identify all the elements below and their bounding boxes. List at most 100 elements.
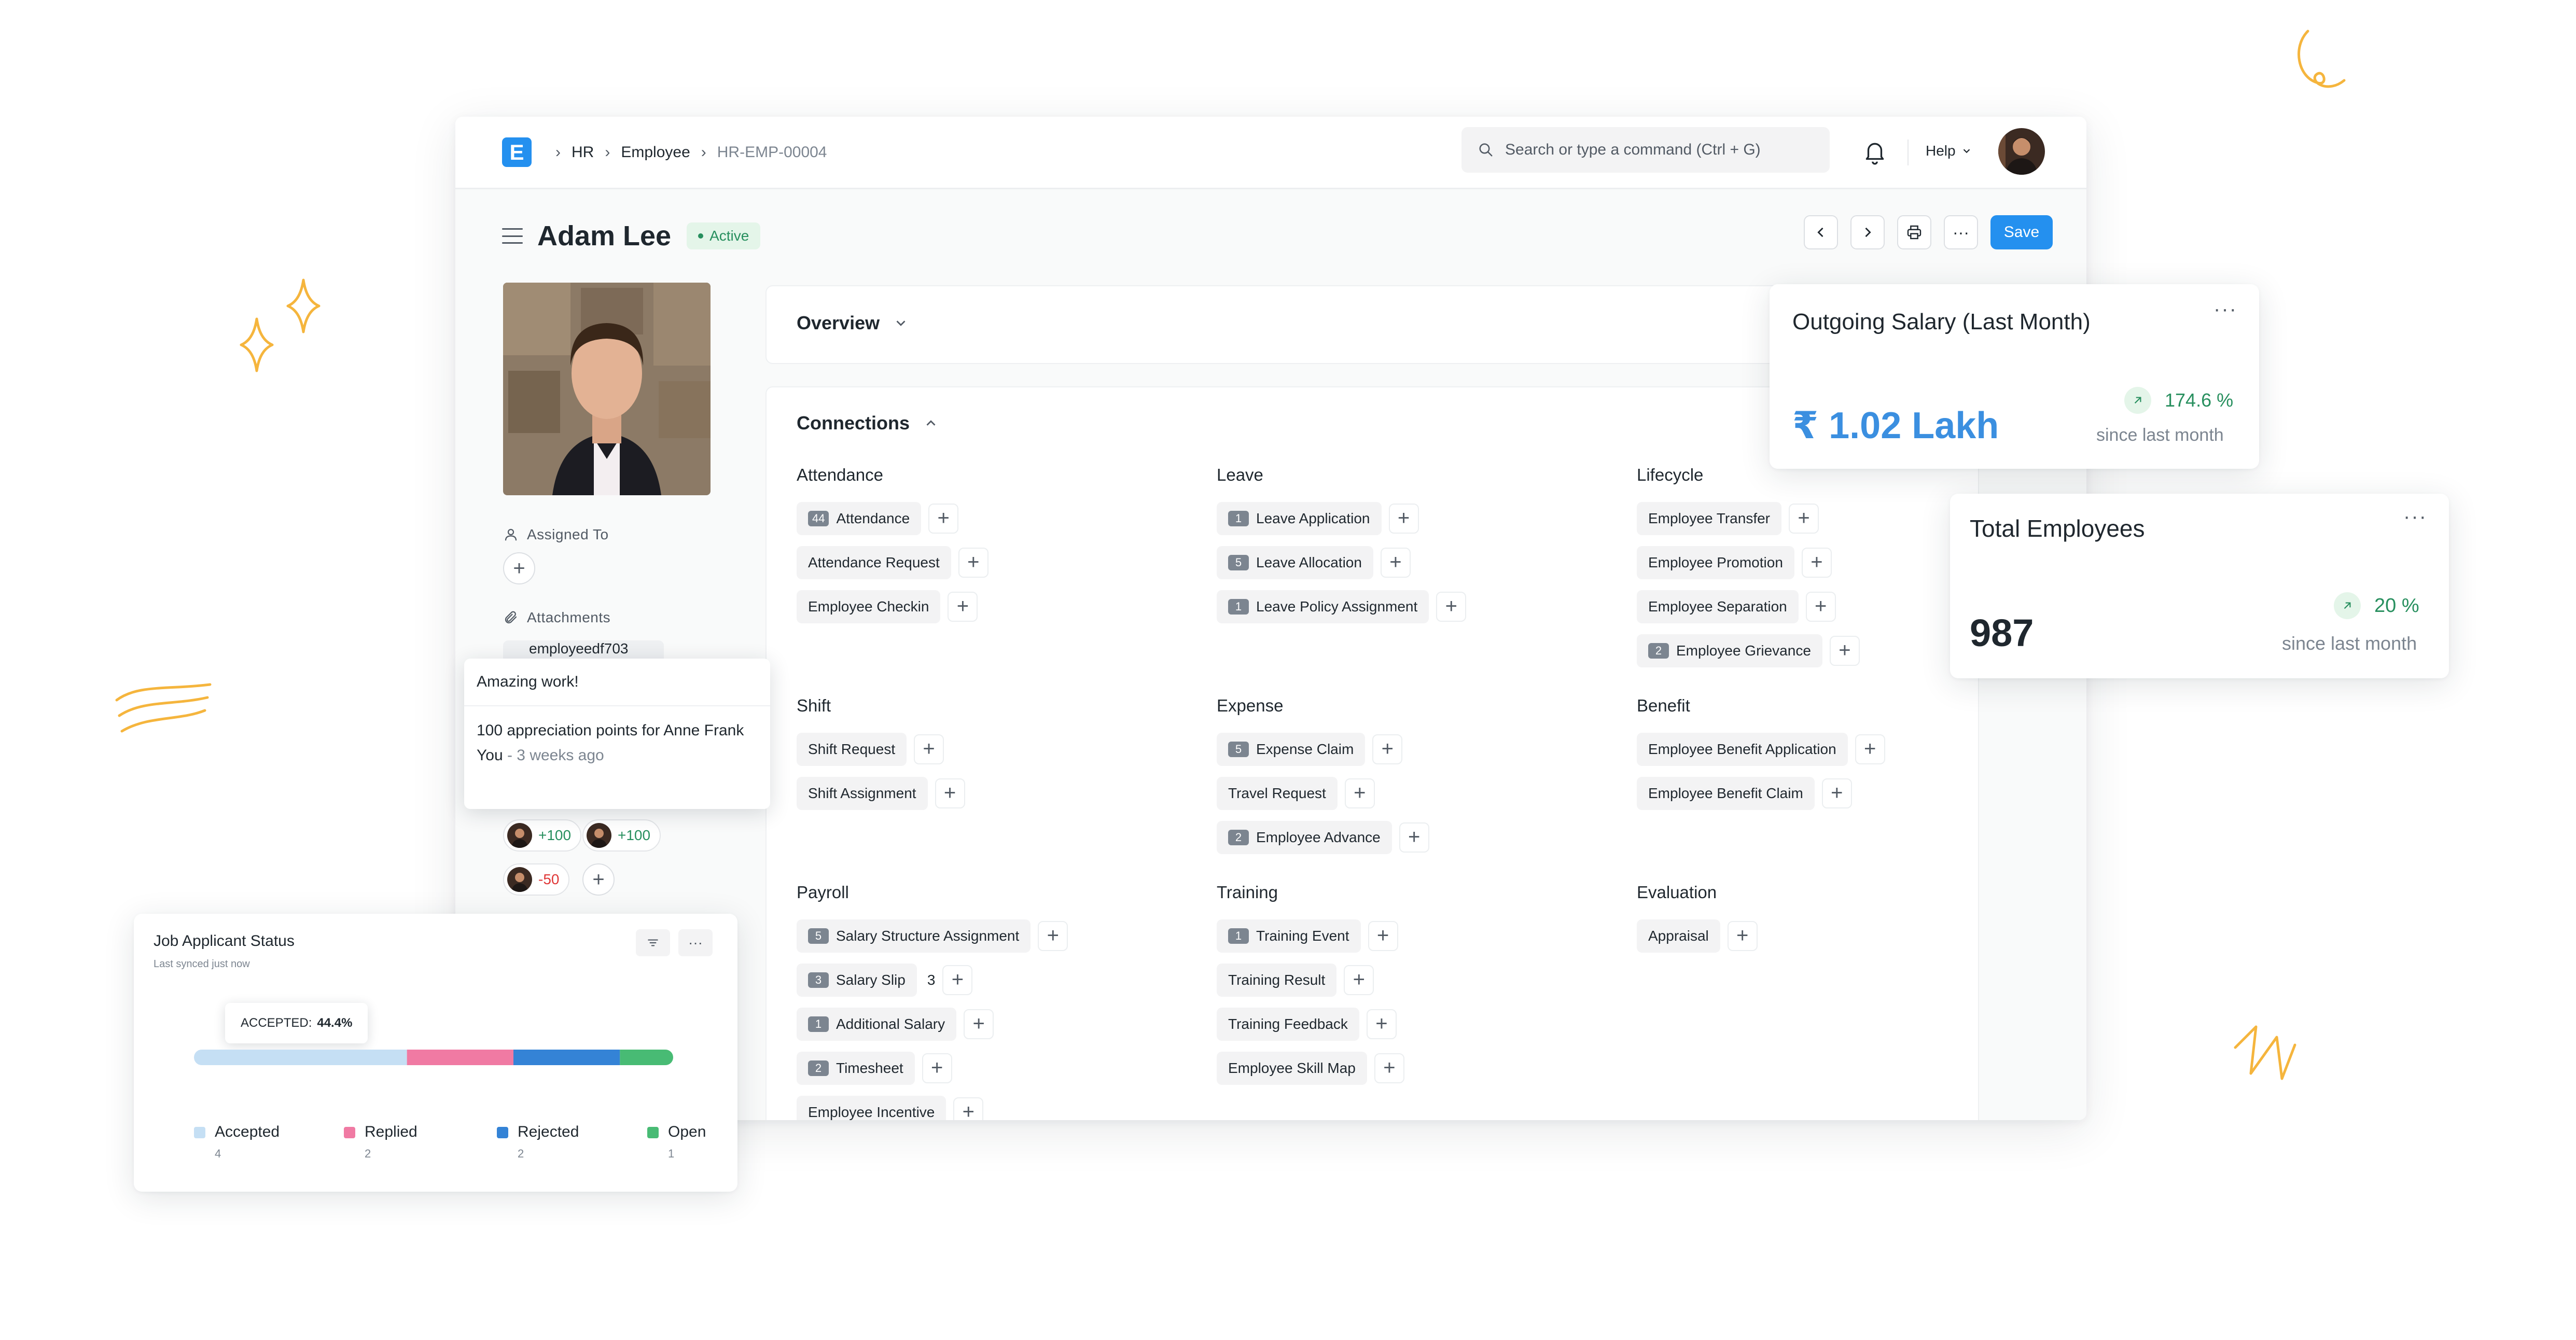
- connection-link[interactable]: 1 Training Event: [1217, 919, 1361, 953]
- bar-segment-rejected[interactable]: [513, 1050, 620, 1065]
- add-connection-button[interactable]: +: [1374, 1053, 1404, 1083]
- connection-link[interactable]: 1 Leave Policy Assignment: [1217, 590, 1429, 623]
- appreciation-point-chip[interactable]: +100: [582, 819, 661, 852]
- connection-link[interactable]: Shift Assignment: [797, 776, 928, 810]
- next-button[interactable]: [1850, 215, 1885, 249]
- add-connection-button[interactable]: +: [964, 1009, 994, 1039]
- connection-link[interactable]: Employee Transfer: [1637, 501, 1781, 535]
- connection-link[interactable]: Employee Checkin: [797, 590, 941, 623]
- connection-row: 5 Leave Allocation +: [1217, 540, 1632, 584]
- connection-link[interactable]: Employee Skill Map: [1217, 1051, 1367, 1085]
- status-dot-icon: [698, 233, 704, 239]
- connections-header[interactable]: Connections: [797, 412, 939, 434]
- filter-button[interactable]: [636, 929, 670, 956]
- legend-item-accepted[interactable]: Accepted 4: [194, 1123, 280, 1161]
- connection-link[interactable]: Employee Incentive: [797, 1095, 946, 1120]
- connection-link[interactable]: Shift Request: [797, 732, 907, 766]
- connection-link[interactable]: Employee Separation: [1637, 590, 1799, 623]
- connection-link[interactable]: 1 Leave Application: [1217, 501, 1382, 535]
- connection-row: Travel Request +: [1217, 771, 1632, 815]
- connection-link[interactable]: 3 Salary Slip: [797, 963, 917, 997]
- job-card-menu[interactable]: ···: [678, 929, 713, 956]
- add-connection-button[interactable]: +: [1368, 920, 1398, 951]
- salary-card: Outgoing Salary (Last Month) ··· ₹ 1.02 …: [1770, 284, 2259, 469]
- legend-count: 2: [365, 1147, 371, 1160]
- breadcrumb-hr[interactable]: HR: [568, 144, 597, 161]
- employees-card-menu[interactable]: ···: [2403, 505, 2427, 528]
- employee-photo[interactable]: [503, 283, 711, 495]
- add-appreciation-button[interactable]: +: [582, 863, 615, 896]
- help-dropdown[interactable]: Help: [1926, 143, 1972, 159]
- add-connection-button[interactable]: +: [922, 1053, 952, 1083]
- save-button[interactable]: Save: [1990, 215, 2053, 249]
- previous-button[interactable]: [1804, 215, 1838, 249]
- add-connection-button[interactable]: +: [1821, 778, 1852, 808]
- tooltip-divider: [464, 705, 770, 706]
- connection-link[interactable]: 2 Timesheet: [797, 1051, 915, 1085]
- overview-header[interactable]: Overview: [797, 312, 909, 334]
- connection-link[interactable]: 5 Expense Claim: [1217, 732, 1366, 766]
- plus-icon: +: [967, 551, 980, 574]
- add-connection-button[interactable]: +: [1801, 547, 1832, 578]
- connection-link[interactable]: Employee Benefit Application: [1637, 732, 1848, 766]
- user-avatar[interactable]: [1998, 128, 2045, 175]
- add-connection-button[interactable]: +: [1372, 734, 1403, 764]
- app-logo[interactable]: E: [502, 137, 532, 167]
- connection-link[interactable]: 5 Leave Allocation: [1217, 546, 1373, 579]
- add-connection-button[interactable]: +: [1789, 503, 1819, 534]
- connection-link[interactable]: 2 Employee Advance: [1217, 820, 1392, 854]
- connection-link[interactable]: 1 Additional Salary: [797, 1007, 957, 1041]
- appreciation-point-chip[interactable]: -50: [503, 863, 570, 896]
- add-connection-button[interactable]: +: [1727, 920, 1758, 951]
- plus-icon: +: [1389, 551, 1402, 574]
- connection-link[interactable]: Travel Request: [1217, 776, 1338, 810]
- legend-item-rejected[interactable]: Rejected 2: [497, 1123, 579, 1161]
- menu-icon[interactable]: [502, 228, 523, 244]
- add-connection-button[interactable]: +: [1436, 591, 1467, 622]
- legend-item-open[interactable]: Open 1: [647, 1123, 706, 1161]
- add-connection-button[interactable]: +: [948, 591, 978, 622]
- add-connection-button[interactable]: +: [942, 965, 973, 995]
- connection-link[interactable]: Training Result: [1217, 963, 1337, 997]
- bell-icon[interactable]: [1862, 139, 1888, 165]
- search-input[interactable]: Search or type a command (Ctrl + G): [1461, 127, 1830, 173]
- bar-segment-open[interactable]: [620, 1050, 673, 1065]
- connection-link[interactable]: 5 Salary Structure Assignment: [797, 919, 1031, 953]
- breadcrumb-employee[interactable]: Employee: [618, 144, 693, 161]
- connection-link[interactable]: 2 Employee Grievance: [1637, 634, 1822, 667]
- legend-count: 1: [668, 1147, 675, 1160]
- connection-link[interactable]: 44 Attendance: [797, 501, 922, 535]
- add-connection-button[interactable]: +: [1380, 547, 1411, 578]
- add-connection-button[interactable]: +: [1038, 920, 1068, 951]
- connection-link[interactable]: Appraisal: [1637, 919, 1720, 953]
- add-connection-button[interactable]: +: [1855, 734, 1885, 764]
- add-connection-button[interactable]: +: [1366, 1009, 1397, 1039]
- salary-card-menu[interactable]: ···: [2213, 298, 2237, 321]
- legend-item-replied[interactable]: Replied 2: [344, 1123, 417, 1161]
- connection-label: Leave Application: [1256, 510, 1370, 526]
- add-connection-button[interactable]: +: [914, 734, 944, 764]
- connection-link[interactable]: Training Feedback: [1217, 1007, 1359, 1041]
- connection-link[interactable]: Employee Promotion: [1637, 546, 1794, 579]
- add-connection-button[interactable]: +: [1829, 635, 1860, 666]
- more-actions-button[interactable]: ···: [1944, 215, 1978, 249]
- appreciation-point-chip[interactable]: +100: [503, 819, 582, 852]
- add-connection-button[interactable]: +: [1344, 965, 1374, 995]
- print-button[interactable]: [1897, 215, 1931, 249]
- attachment-chip[interactable]: employeedf703: [503, 640, 664, 661]
- connection-link[interactable]: Employee Benefit Claim: [1637, 776, 1815, 810]
- add-connection-button[interactable]: +: [1388, 503, 1419, 534]
- add-connection-button[interactable]: +: [928, 503, 959, 534]
- connection-label: Travel Request: [1228, 785, 1326, 801]
- bar-segment-accepted[interactable]: [194, 1050, 407, 1065]
- add-connection-button[interactable]: +: [953, 1097, 984, 1120]
- add-connection-button[interactable]: +: [1399, 822, 1429, 853]
- bar-segment-replied[interactable]: [407, 1050, 513, 1065]
- add-connection-button[interactable]: +: [958, 547, 988, 578]
- add-connection-button[interactable]: +: [1805, 591, 1836, 622]
- plus-icon: +: [1381, 737, 1394, 760]
- add-connection-button[interactable]: +: [1344, 778, 1375, 808]
- connection-link[interactable]: Attendance Request: [797, 546, 951, 579]
- add-assignee-button[interactable]: +: [503, 552, 535, 584]
- add-connection-button[interactable]: +: [935, 778, 965, 808]
